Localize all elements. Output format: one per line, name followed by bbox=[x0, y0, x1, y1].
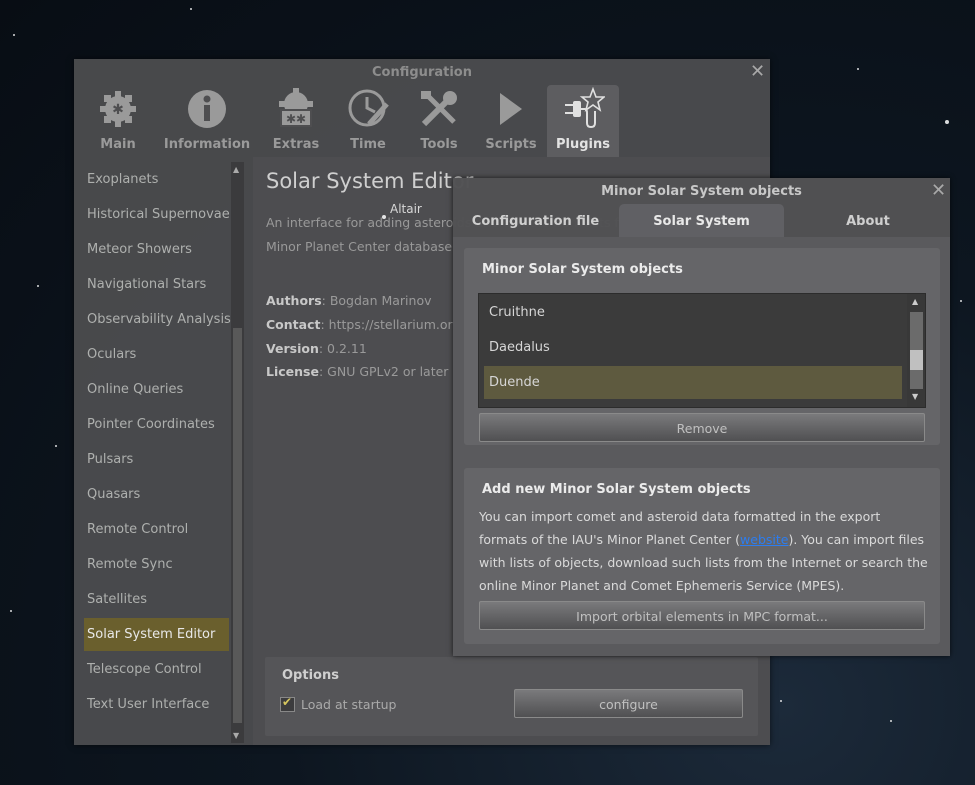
star bbox=[945, 120, 949, 124]
gear-icon: ✱ bbox=[82, 85, 154, 133]
scroll-down-icon[interactable]: ▼ bbox=[912, 392, 918, 401]
import-mpc-button[interactable]: Import orbital elements in MPC format... bbox=[479, 601, 925, 630]
extras-icon: ✱✱ bbox=[260, 85, 332, 133]
add-objects-group: Add new Minor Solar System objects You c… bbox=[464, 468, 940, 644]
star bbox=[37, 285, 39, 287]
contact-label: Contact bbox=[266, 317, 321, 332]
tab-label: Information bbox=[163, 137, 251, 152]
load-at-startup-label: Load at startup bbox=[301, 697, 397, 712]
plugin-title: Solar System Editor bbox=[266, 169, 474, 193]
minor-solar-system-window: Minor Solar System objects ✕ Configurati… bbox=[453, 178, 950, 656]
star bbox=[780, 700, 782, 702]
plugin-item[interactable]: Satellites bbox=[84, 583, 229, 616]
star bbox=[10, 610, 12, 612]
plugin-item[interactable]: Pointer Coordinates bbox=[84, 408, 229, 441]
plugin-item[interactable]: Text User Interface bbox=[84, 688, 229, 721]
plugin-list: Exoplanets Historical Supernovae Meteor … bbox=[82, 163, 231, 745]
plugin-item[interactable]: Online Queries bbox=[84, 373, 229, 406]
plugin-version: Version: 0.2.11 bbox=[266, 341, 367, 356]
configure-button[interactable]: configure bbox=[514, 689, 743, 718]
version-value: : 0.2.11 bbox=[318, 341, 367, 356]
plugin-item[interactable]: Remote Control bbox=[84, 513, 229, 546]
remove-button[interactable]: Remove bbox=[479, 413, 925, 442]
plugin-item[interactable]: Remote Sync bbox=[84, 548, 229, 581]
tab-label: Time bbox=[350, 137, 386, 152]
plugin-authors: Authors: Bogdan Marinov bbox=[266, 293, 432, 308]
tab-label: Plugins bbox=[556, 137, 610, 152]
plugin-item[interactable]: Oculars bbox=[84, 338, 229, 371]
play-icon bbox=[475, 85, 547, 133]
plugin-item[interactable]: Historical Supernovae bbox=[84, 198, 230, 231]
star bbox=[190, 8, 192, 10]
plugin-item[interactable]: Navigational Stars bbox=[84, 268, 229, 301]
plugin-contact: Contact: https://stellarium.org bbox=[266, 317, 460, 332]
tab-label: Extras bbox=[272, 137, 320, 152]
star bbox=[890, 720, 892, 722]
tab-label: Main bbox=[100, 137, 136, 152]
star-altair[interactable] bbox=[382, 215, 386, 219]
plugin-item[interactable]: Pulsars bbox=[84, 443, 229, 476]
objects-list-scrollbar[interactable]: ▲ ▼ bbox=[907, 294, 925, 407]
authors-value: : Bogdan Marinov bbox=[321, 293, 432, 308]
add-objects-description: You can import comet and asteroid data f… bbox=[479, 505, 929, 597]
tab-main[interactable]: ✱ Main bbox=[82, 85, 154, 157]
close-icon[interactable]: ✕ bbox=[931, 182, 946, 200]
window-title: Minor Solar System objects bbox=[601, 184, 802, 199]
svg-text:✱✱: ✱✱ bbox=[286, 112, 306, 126]
options-title: Options bbox=[282, 668, 339, 683]
star-label-altair[interactable]: Altair bbox=[390, 202, 422, 216]
list-item[interactable]: Cruithne bbox=[484, 296, 902, 329]
scroll-up-icon[interactable]: ▲ bbox=[912, 297, 918, 306]
window-title: Configuration bbox=[372, 65, 472, 80]
objects-list-group: Minor Solar System objects Cruithne Daed… bbox=[464, 248, 940, 445]
plugin-item-selected[interactable]: Solar System Editor bbox=[84, 618, 229, 651]
contact-value: : https://stellarium.org bbox=[320, 317, 461, 332]
license-label: License bbox=[266, 364, 319, 379]
tab-information[interactable]: Information bbox=[162, 85, 252, 157]
info-icon bbox=[162, 85, 252, 133]
star bbox=[55, 445, 57, 447]
plugin-license: License: GNU GPLv2 or later bbox=[266, 364, 448, 379]
star bbox=[960, 300, 962, 302]
tab-extras[interactable]: ✱✱ Extras bbox=[260, 85, 332, 157]
clock-icon bbox=[332, 85, 404, 133]
tab-time[interactable]: Time bbox=[332, 85, 404, 157]
tools-icon bbox=[403, 85, 475, 133]
tab-plugins[interactable]: Plugins bbox=[547, 85, 619, 157]
tab-solar-system[interactable]: Solar System bbox=[619, 204, 784, 237]
list-item[interactable]: Daedalus bbox=[484, 331, 902, 364]
plugin-item[interactable]: Observability Analysis bbox=[84, 303, 231, 336]
tab-about[interactable]: About bbox=[793, 204, 943, 237]
load-at-startup-checkbox[interactable] bbox=[280, 695, 295, 712]
authors-label: Authors bbox=[266, 293, 322, 308]
scrollbar-thumb[interactable] bbox=[910, 350, 923, 370]
tab-configuration-file[interactable]: Configuration file bbox=[463, 204, 608, 237]
plugin-item[interactable]: Meteor Showers bbox=[84, 233, 229, 266]
license-value: : GNU GPLv2 or later bbox=[318, 364, 449, 379]
website-link[interactable]: website bbox=[740, 532, 788, 547]
solar-system-tab-content: Minor Solar System objects Cruithne Daed… bbox=[453, 237, 950, 656]
star bbox=[857, 68, 859, 70]
tab-label: Tools bbox=[420, 137, 458, 152]
scroll-up-icon[interactable]: ▲ bbox=[233, 165, 239, 174]
options-group: Options Load at startup configure bbox=[265, 657, 758, 736]
group-title: Minor Solar System objects bbox=[482, 262, 683, 277]
objects-list[interactable]: Cruithne Daedalus Duende ▲ ▼ bbox=[478, 293, 926, 408]
close-icon[interactable]: ✕ bbox=[750, 63, 765, 81]
tab-tools[interactable]: Tools bbox=[403, 85, 475, 157]
svg-text:✱: ✱ bbox=[112, 102, 124, 118]
star bbox=[13, 34, 15, 36]
version-label: Version bbox=[266, 341, 319, 356]
tab-scripts[interactable]: Scripts bbox=[475, 85, 547, 157]
plugin-list-scrollbar[interactable]: ▲ ▼ bbox=[231, 162, 244, 743]
plugin-item[interactable]: Exoplanets bbox=[84, 163, 229, 196]
tab-label: Scripts bbox=[485, 137, 537, 152]
list-item-selected[interactable]: Duende bbox=[484, 366, 902, 399]
scroll-down-icon[interactable]: ▼ bbox=[233, 731, 239, 740]
plugin-item[interactable]: Telescope Control bbox=[84, 653, 229, 686]
scrollbar-thumb[interactable] bbox=[233, 328, 242, 723]
group-title: Add new Minor Solar System objects bbox=[482, 482, 751, 497]
plugin-item[interactable]: Quasars bbox=[84, 478, 229, 511]
plugin-icon bbox=[547, 85, 619, 133]
